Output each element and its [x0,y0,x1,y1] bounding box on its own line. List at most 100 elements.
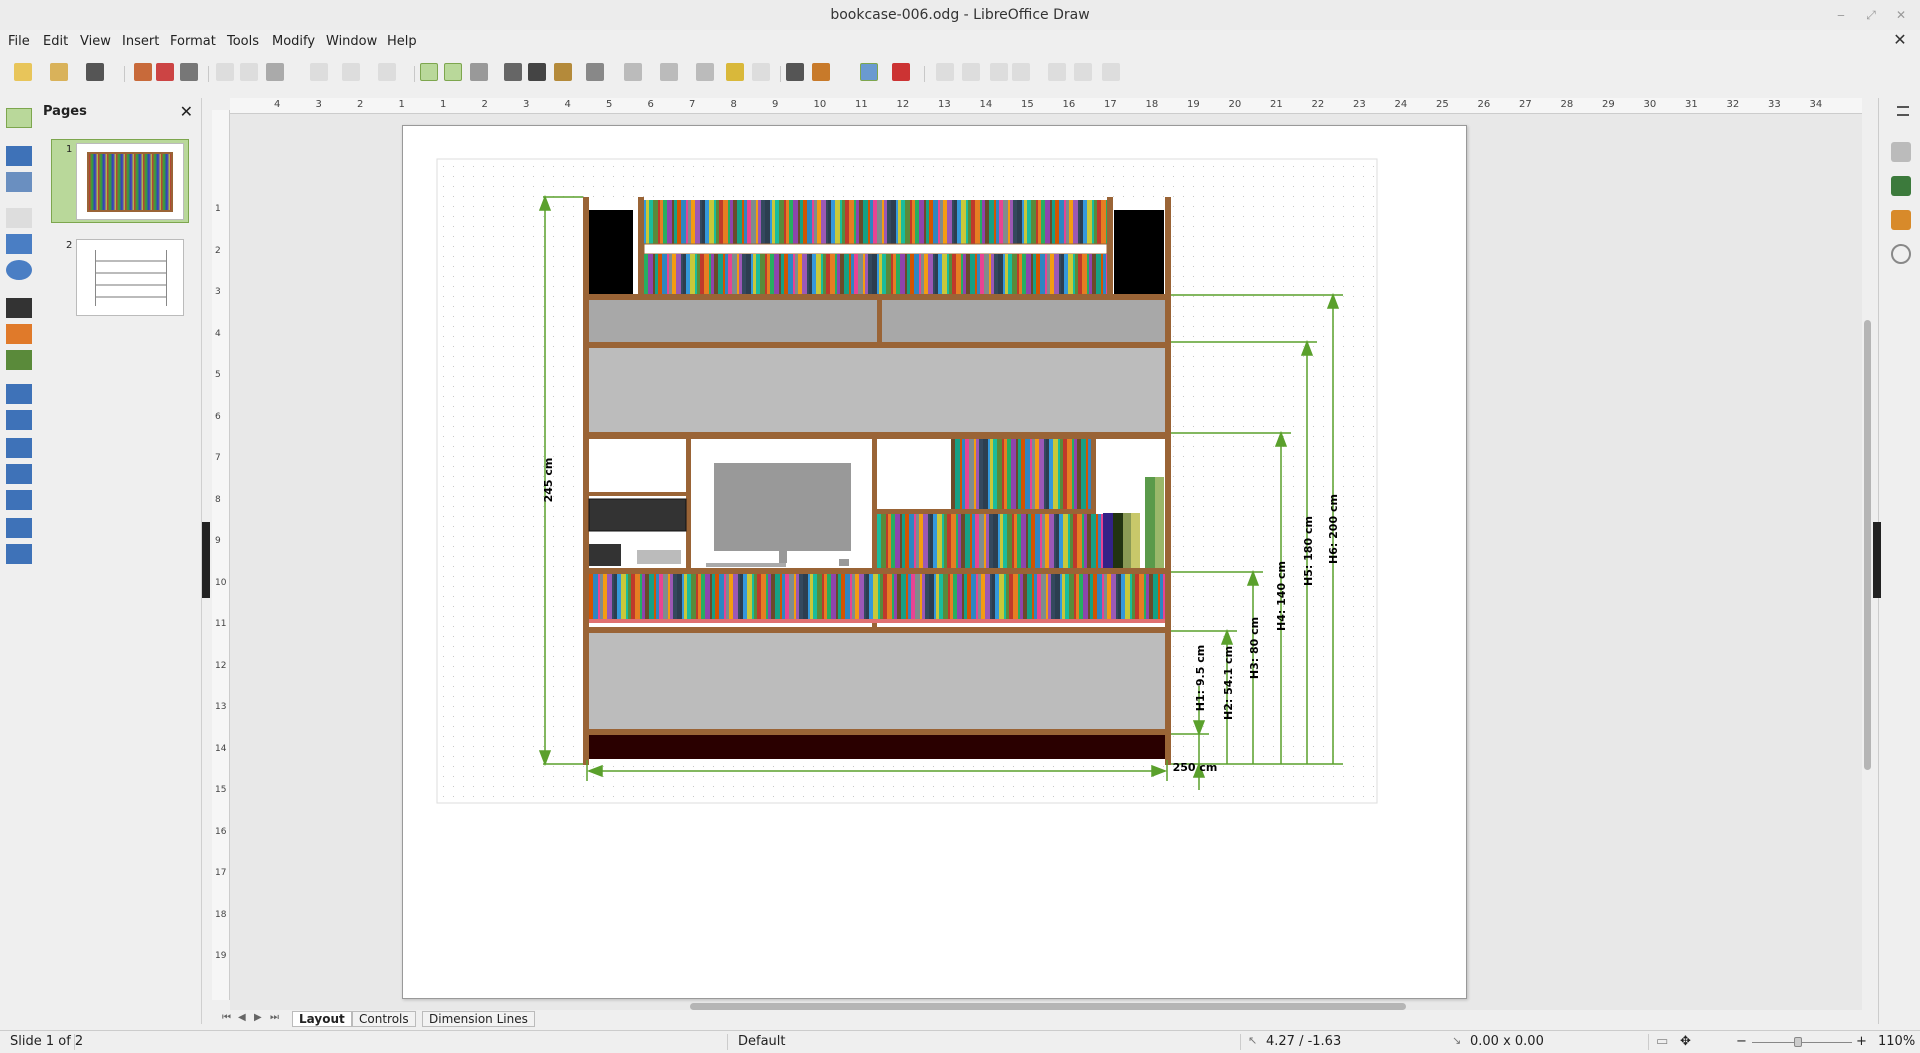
first-tab-icon[interactable]: ⏮ [222,1012,231,1023]
menu-file[interactable]: File [8,34,30,49]
menu-insert[interactable]: Insert [122,34,159,49]
helplines-icon[interactable] [444,63,462,81]
new-icon[interactable] [14,63,32,81]
exit-group-icon[interactable] [1012,63,1030,81]
ungroup-icon[interactable] [962,63,980,81]
break-icon[interactable] [1102,63,1120,81]
glue-points-icon[interactable] [812,63,830,81]
clone-formatting-icon[interactable] [310,63,328,81]
upper-door-left[interactable] [589,300,877,342]
menu-tools[interactable]: Tools [227,34,259,49]
image-icon[interactable] [504,63,522,81]
cut-icon[interactable] [216,63,234,81]
combine-icon[interactable] [1048,63,1066,81]
align-icon[interactable] [624,63,642,81]
open-icon[interactable] [50,63,68,81]
redo-icon[interactable] [378,63,396,81]
select-icon[interactable] [6,108,32,128]
menu-edit[interactable]: Edit [43,34,68,49]
menu-view[interactable]: View [80,34,111,49]
ellipse-icon[interactable] [6,260,32,280]
extrusion-icon[interactable] [892,63,910,81]
arrange-icon[interactable] [660,63,678,81]
transformations-icon[interactable] [586,63,604,81]
zoom-slider[interactable] [1752,1042,1852,1043]
tab-layout[interactable]: Layout [292,1011,352,1027]
page-thumbnail-1[interactable] [76,143,184,220]
menu-format[interactable]: Format [170,34,216,49]
line-icon[interactable] [6,208,32,228]
bookcase[interactable] [583,197,1171,765]
fontwork-icon[interactable] [554,63,572,81]
fit-page-icon[interactable]: ✥ [1680,1034,1691,1049]
connector-icon[interactable] [6,350,32,370]
stars-icon[interactable] [6,518,32,538]
enter-group-icon[interactable] [990,63,1008,81]
close-window-icon[interactable]: ✕ [1886,0,1916,30]
zoom-level[interactable]: 110% [1878,1034,1915,1049]
save-icon[interactable] [86,63,104,81]
zoom-pan-icon[interactable] [470,63,488,81]
upper-cabinet-door[interactable] [589,348,1165,432]
text-box-icon[interactable] [528,63,546,81]
basic-shapes-icon[interactable] [6,384,32,404]
close-document-icon[interactable]: ✕ [1890,30,1910,50]
top-divider-right [1107,197,1113,295]
maximize-icon[interactable]: ⤢ [1856,0,1886,30]
export-pdf-icon[interactable] [156,63,174,81]
3d-objects-icon[interactable] [6,544,32,564]
pages-panel-close-icon[interactable]: ✕ [180,102,193,121]
copy-icon[interactable] [240,63,258,81]
undo-icon[interactable] [342,63,360,81]
document-modified-icon[interactable]: ▭ [1656,1034,1668,1049]
tab-dimension-lines[interactable]: Dimension Lines [422,1011,535,1027]
master-layout[interactable]: Default [738,1034,786,1049]
crop-icon[interactable] [752,63,770,81]
toggle-extrusion-icon[interactable] [860,63,878,81]
export-icon[interactable] [134,63,152,81]
grid-icon[interactable] [420,63,438,81]
sidebar-collapse-handle[interactable] [1873,522,1881,598]
next-tab-icon[interactable]: ▶ [254,1012,262,1023]
shadow-icon[interactable] [726,63,744,81]
curve-icon[interactable] [6,324,32,344]
vertical-scrollbar[interactable] [1864,320,1871,770]
print-icon[interactable] [180,63,198,81]
menu-window[interactable]: Window [326,34,377,49]
pages-panel-collapse-handle[interactable] [202,522,210,598]
upper-door-right[interactable] [882,300,1165,342]
menu-help[interactable]: Help [387,34,417,49]
zoom-slider-thumb[interactable] [1794,1037,1802,1047]
menu-modify[interactable]: Modify [272,34,315,49]
group-icon[interactable] [936,63,954,81]
block-arrows-icon[interactable] [6,438,32,458]
horizontal-scrollbar[interactable] [690,1003,1406,1010]
line-color-icon[interactable] [6,146,32,166]
split-icon[interactable] [1074,63,1092,81]
flowchart-icon[interactable] [6,464,32,484]
last-tab-icon[interactable]: ⏭ [270,1012,279,1023]
book-spine [1040,514,1042,568]
prev-tab-icon[interactable]: ◀ [238,1012,246,1023]
minimize-icon[interactable]: ‒ [1826,0,1856,30]
styles-icon[interactable] [1891,176,1911,196]
sidebar-menu-icon[interactable] [1897,106,1909,116]
fill-color-icon[interactable] [6,172,32,192]
points-icon[interactable] [786,63,804,81]
drawing-canvas[interactable]: 250 cm 245 cm H6: 200 cm H5: 180 cm H4: … [230,114,1862,1010]
zoom-in-icon[interactable]: + [1856,1034,1867,1049]
callouts-icon[interactable] [6,490,32,510]
rectangle-icon[interactable] [6,234,32,254]
distribute-icon[interactable] [696,63,714,81]
line-ends-arrow-icon[interactable] [6,298,32,318]
drawing-page[interactable]: 250 cm 245 cm H6: 200 cm H5: 180 cm H4: … [402,125,1467,999]
page-thumbnail-2[interactable] [76,239,184,316]
navigator-icon[interactable] [1891,244,1911,264]
tab-controls[interactable]: Controls [352,1011,416,1027]
zoom-out-icon[interactable]: − [1736,1034,1747,1049]
symbol-shapes-icon[interactable] [6,410,32,430]
paste-icon[interactable] [266,63,284,81]
lower-cabinet-door[interactable] [589,633,1165,729]
properties-icon[interactable] [1891,142,1911,162]
gallery-icon[interactable] [1891,210,1911,230]
